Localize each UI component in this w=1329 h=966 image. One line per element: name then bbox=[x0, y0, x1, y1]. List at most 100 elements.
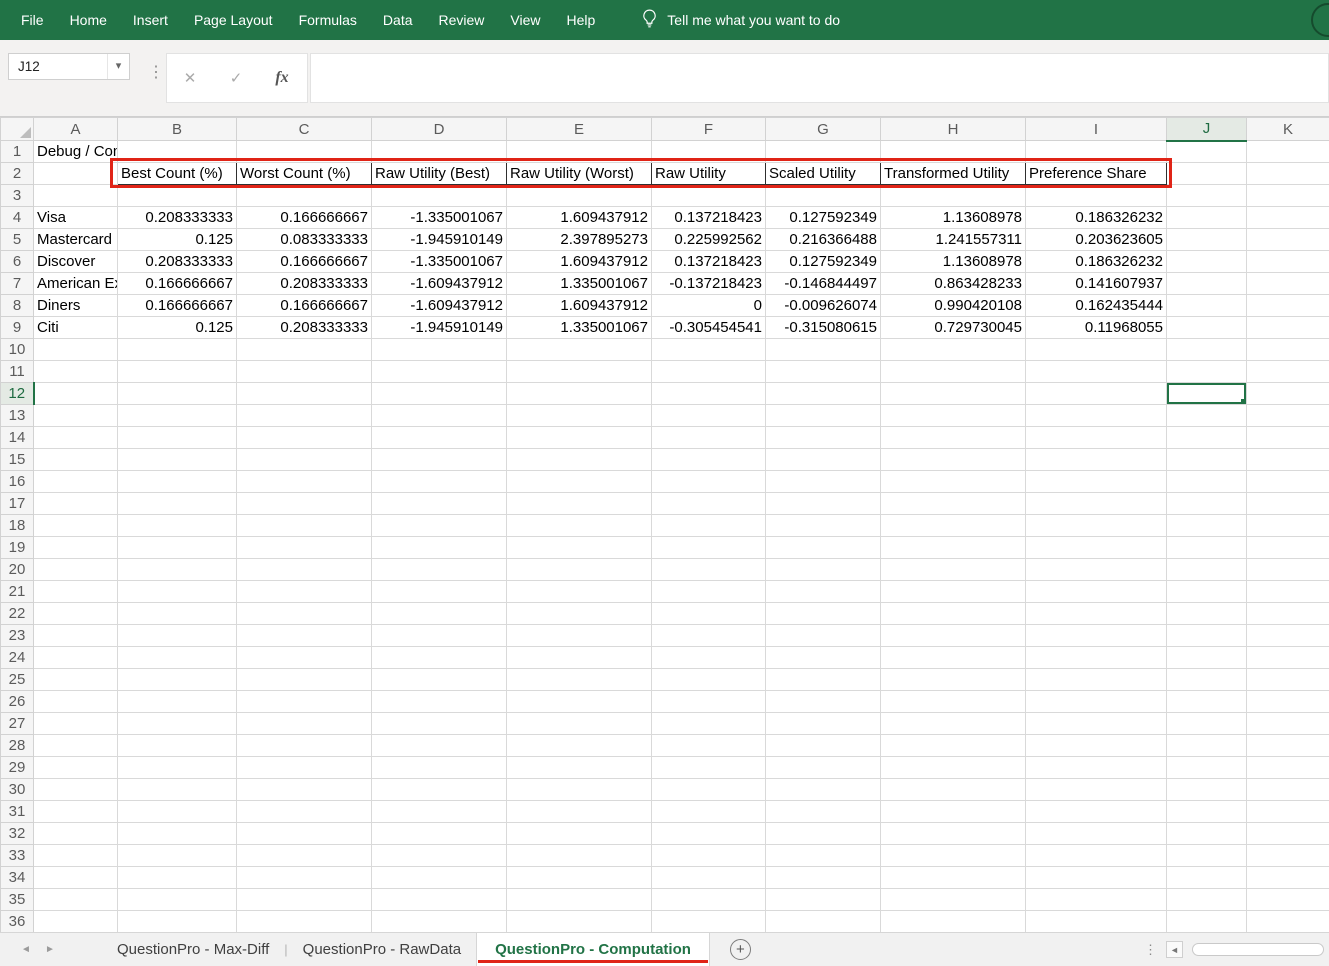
cell-J36[interactable] bbox=[1167, 911, 1247, 933]
cell-I32[interactable] bbox=[1026, 823, 1167, 845]
cell-J10[interactable] bbox=[1167, 339, 1247, 361]
cell-E3[interactable] bbox=[507, 185, 652, 207]
cell-F19[interactable] bbox=[652, 537, 766, 559]
cell-D9[interactable]: -1.945910149 bbox=[372, 317, 507, 339]
cell-C11[interactable] bbox=[237, 361, 372, 383]
cell-D20[interactable] bbox=[372, 559, 507, 581]
cell-H8[interactable]: 0.990420108 bbox=[881, 295, 1026, 317]
cell-K30[interactable] bbox=[1247, 779, 1329, 801]
cell-H3[interactable] bbox=[881, 185, 1026, 207]
select-all-button[interactable] bbox=[1, 118, 34, 141]
cell-B25[interactable] bbox=[118, 669, 237, 691]
cell-J30[interactable] bbox=[1167, 779, 1247, 801]
cell-C20[interactable] bbox=[237, 559, 372, 581]
cell-C28[interactable] bbox=[237, 735, 372, 757]
cell-I11[interactable] bbox=[1026, 361, 1167, 383]
cell-G12[interactable] bbox=[766, 383, 881, 405]
cell-A5[interactable]: Mastercard bbox=[34, 229, 118, 251]
cell-I30[interactable] bbox=[1026, 779, 1167, 801]
ribbon-tab-home[interactable]: Home bbox=[57, 0, 120, 40]
ribbon-tab-insert[interactable]: Insert bbox=[120, 0, 181, 40]
cell-E27[interactable] bbox=[507, 713, 652, 735]
cell-H21[interactable] bbox=[881, 581, 1026, 603]
row-header-29[interactable]: 29 bbox=[1, 757, 34, 779]
cell-C14[interactable] bbox=[237, 427, 372, 449]
cell-E28[interactable] bbox=[507, 735, 652, 757]
cell-E9[interactable]: 1.335001067 bbox=[507, 317, 652, 339]
cell-J32[interactable] bbox=[1167, 823, 1247, 845]
cell-G20[interactable] bbox=[766, 559, 881, 581]
cell-C30[interactable] bbox=[237, 779, 372, 801]
tab-scroll-left-icon[interactable]: ◄ bbox=[14, 944, 38, 955]
cell-H5[interactable]: 1.241557311 bbox=[881, 229, 1026, 251]
row-header-5[interactable]: 5 bbox=[1, 229, 34, 251]
cell-K2[interactable] bbox=[1247, 163, 1329, 185]
cell-B15[interactable] bbox=[118, 449, 237, 471]
cell-J20[interactable] bbox=[1167, 559, 1247, 581]
cell-F29[interactable] bbox=[652, 757, 766, 779]
cell-D24[interactable] bbox=[372, 647, 507, 669]
cell-D1[interactable] bbox=[372, 141, 507, 163]
cell-F32[interactable] bbox=[652, 823, 766, 845]
cell-E17[interactable] bbox=[507, 493, 652, 515]
cell-G23[interactable] bbox=[766, 625, 881, 647]
cell-B17[interactable] bbox=[118, 493, 237, 515]
cell-B32[interactable] bbox=[118, 823, 237, 845]
sheet-tab-questionpro-computation[interactable]: QuestionPro - Computation bbox=[476, 933, 710, 966]
row-header-18[interactable]: 18 bbox=[1, 515, 34, 537]
cell-A4[interactable]: Visa bbox=[34, 207, 118, 229]
cell-G4[interactable]: 0.127592349 bbox=[766, 207, 881, 229]
cell-J6[interactable] bbox=[1167, 251, 1247, 273]
cell-I27[interactable] bbox=[1026, 713, 1167, 735]
cell-C33[interactable] bbox=[237, 845, 372, 867]
cell-B16[interactable] bbox=[118, 471, 237, 493]
cell-H33[interactable] bbox=[881, 845, 1026, 867]
ribbon-tab-formulas[interactable]: Formulas bbox=[286, 0, 370, 40]
cell-A20[interactable] bbox=[34, 559, 118, 581]
cell-F4[interactable]: 0.137218423 bbox=[652, 207, 766, 229]
cell-B28[interactable] bbox=[118, 735, 237, 757]
cell-D14[interactable] bbox=[372, 427, 507, 449]
cell-G14[interactable] bbox=[766, 427, 881, 449]
cell-B6[interactable]: 0.208333333 bbox=[118, 251, 237, 273]
cell-D18[interactable] bbox=[372, 515, 507, 537]
cell-F35[interactable] bbox=[652, 889, 766, 911]
cell-E25[interactable] bbox=[507, 669, 652, 691]
column-header-K[interactable]: K bbox=[1247, 118, 1329, 141]
cell-H25[interactable] bbox=[881, 669, 1026, 691]
cell-A3[interactable] bbox=[34, 185, 118, 207]
cell-J19[interactable] bbox=[1167, 537, 1247, 559]
cell-F18[interactable] bbox=[652, 515, 766, 537]
cell-F12[interactable] bbox=[652, 383, 766, 405]
cell-C4[interactable]: 0.166666667 bbox=[237, 207, 372, 229]
cell-A17[interactable] bbox=[34, 493, 118, 515]
cell-J1[interactable] bbox=[1167, 141, 1247, 163]
row-header-34[interactable]: 34 bbox=[1, 867, 34, 889]
cell-B31[interactable] bbox=[118, 801, 237, 823]
row-header-9[interactable]: 9 bbox=[1, 317, 34, 339]
cell-J21[interactable] bbox=[1167, 581, 1247, 603]
cell-B13[interactable] bbox=[118, 405, 237, 427]
row-header-7[interactable]: 7 bbox=[1, 273, 34, 295]
cell-D10[interactable] bbox=[372, 339, 507, 361]
cell-H17[interactable] bbox=[881, 493, 1026, 515]
cell-H1[interactable] bbox=[881, 141, 1026, 163]
cell-D19[interactable] bbox=[372, 537, 507, 559]
cell-G32[interactable] bbox=[766, 823, 881, 845]
row-header-20[interactable]: 20 bbox=[1, 559, 34, 581]
cell-E34[interactable] bbox=[507, 867, 652, 889]
cell-G25[interactable] bbox=[766, 669, 881, 691]
cell-A29[interactable] bbox=[34, 757, 118, 779]
cell-A12[interactable] bbox=[34, 383, 118, 405]
cell-E11[interactable] bbox=[507, 361, 652, 383]
row-header-32[interactable]: 32 bbox=[1, 823, 34, 845]
cell-I35[interactable] bbox=[1026, 889, 1167, 911]
cell-A8[interactable]: Diners bbox=[34, 295, 118, 317]
cell-H24[interactable] bbox=[881, 647, 1026, 669]
cell-K15[interactable] bbox=[1247, 449, 1329, 471]
cell-K13[interactable] bbox=[1247, 405, 1329, 427]
cell-H13[interactable] bbox=[881, 405, 1026, 427]
cell-E18[interactable] bbox=[507, 515, 652, 537]
cell-K4[interactable] bbox=[1247, 207, 1329, 229]
row-header-8[interactable]: 8 bbox=[1, 295, 34, 317]
